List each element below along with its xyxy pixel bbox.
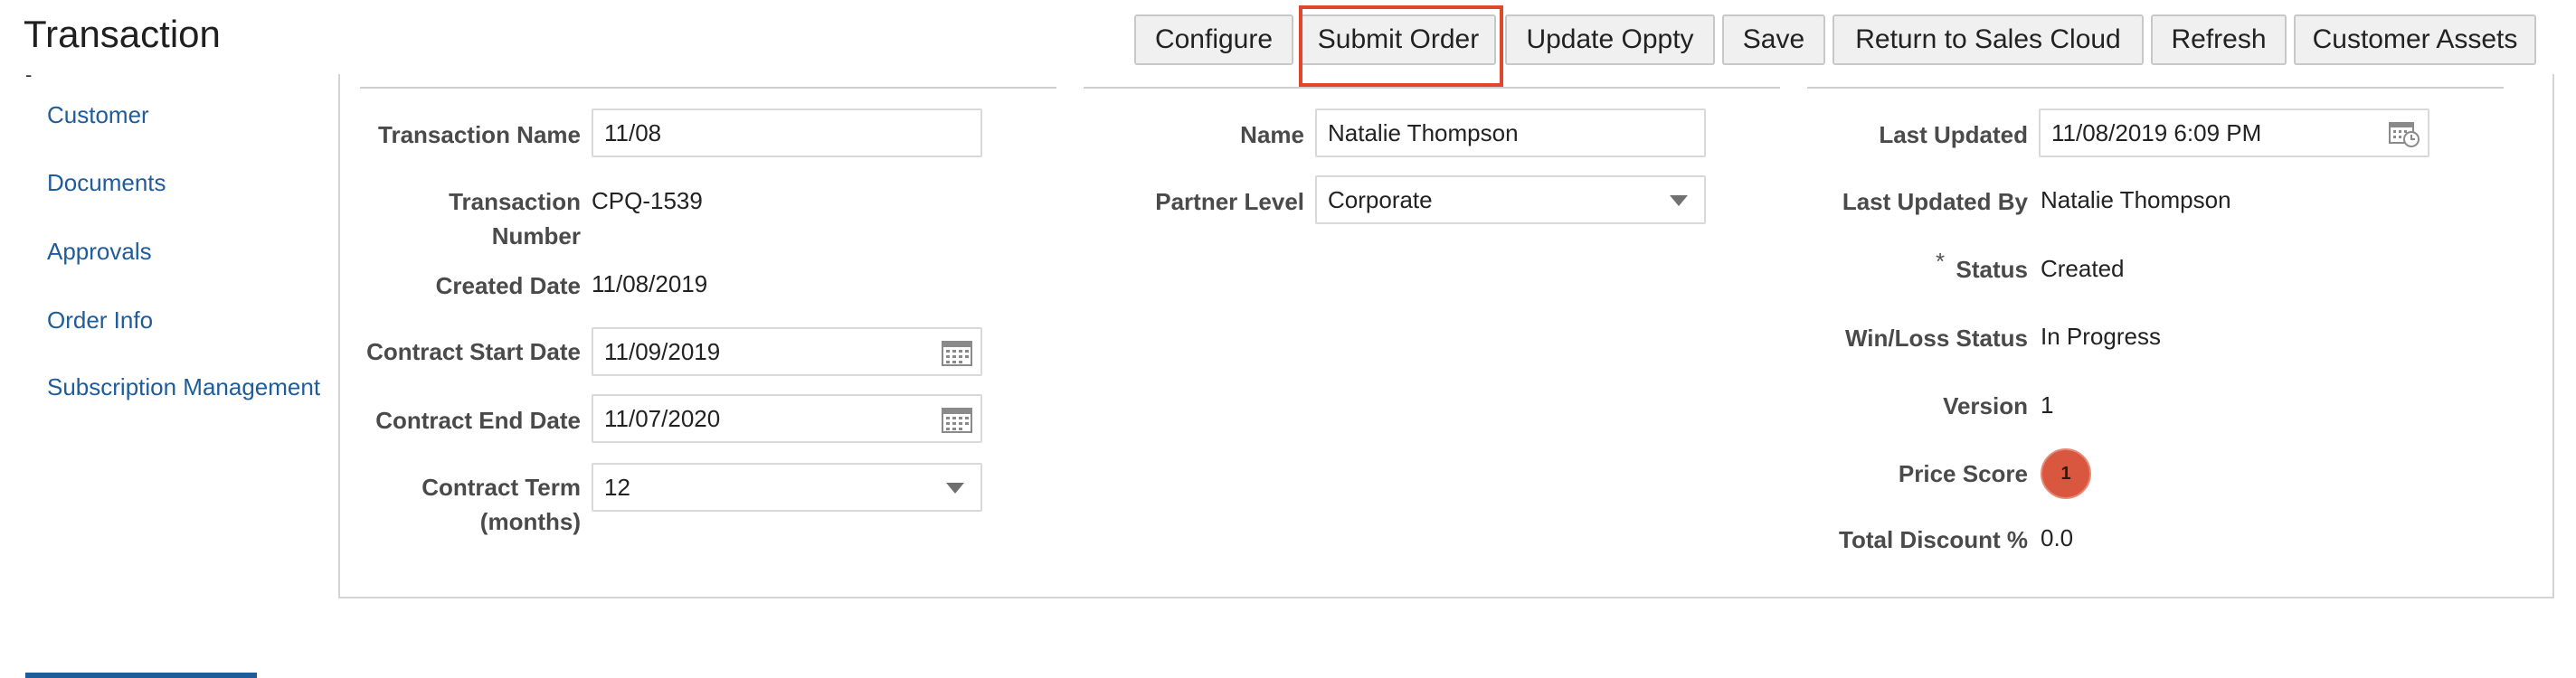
nav-item-customer[interactable]: Customer xyxy=(47,101,149,129)
contract-start-date-input[interactable]: 11/09/2019 xyxy=(592,327,982,376)
name-input[interactable]: Natalie Thompson xyxy=(1315,108,1706,157)
created-date-label: Created Date xyxy=(435,272,581,299)
contract-end-date-label: Contract End Date xyxy=(375,407,581,434)
win-loss-status-label: Win/Loss Status xyxy=(1844,325,2028,352)
tab-indicator xyxy=(25,673,257,678)
name-value: Natalie Thompson xyxy=(1328,119,1519,146)
partner-level-value: Corporate xyxy=(1328,186,1433,213)
transaction-name-input[interactable]: 11/08 xyxy=(592,108,982,157)
calendar-icon[interactable] xyxy=(941,405,973,434)
submit-order-button[interactable]: Submit Order xyxy=(1301,14,1496,65)
total-discount-value: 0.0 xyxy=(2041,524,2074,551)
chevron-down-icon xyxy=(1670,195,1688,206)
contract-term-label-line2: (months) xyxy=(479,508,581,535)
contract-start-date-label: Contract Start Date xyxy=(366,338,581,365)
last-updated-input[interactable]: 11/08/2019 6:09 PM xyxy=(2039,108,2429,157)
created-date-value: 11/08/2019 xyxy=(592,270,708,297)
calendar-icon[interactable] xyxy=(941,338,973,367)
contract-term-value: 12 xyxy=(604,474,630,501)
status-value: Created xyxy=(2041,255,2125,282)
page-title: Transaction xyxy=(24,13,221,55)
return-to-sales-cloud-button[interactable]: Return to Sales Cloud xyxy=(1833,14,2144,65)
customer-assets-button[interactable]: Customer Assets xyxy=(2294,14,2536,65)
contract-end-date-input[interactable]: 11/07/2020 xyxy=(592,394,982,443)
save-button[interactable]: Save xyxy=(1722,14,1825,65)
title-dash: - xyxy=(25,63,33,86)
last-updated-by-value: Natalie Thompson xyxy=(2041,186,2231,213)
transaction-name-value: 11/08 xyxy=(604,119,662,146)
section-divider xyxy=(1084,87,1780,89)
update-oppty-button[interactable]: Update Oppty xyxy=(1505,14,1715,65)
total-discount-label: Total Discount % xyxy=(1839,526,2028,553)
nav-item-subscription-management[interactable]: Subscription Management xyxy=(47,373,320,401)
name-label: Name xyxy=(1240,121,1304,148)
price-score-value: 1 xyxy=(2060,463,2071,484)
nav-item-documents[interactable]: Documents xyxy=(47,169,166,197)
last-updated-label: Last Updated xyxy=(1879,121,2028,148)
price-score-label: Price Score xyxy=(1898,460,2028,487)
win-loss-status-value: In Progress xyxy=(2041,323,2161,350)
price-score-badge: 1 xyxy=(2041,448,2091,499)
contract-end-date-value: 11/07/2020 xyxy=(604,405,721,432)
transaction-name-label: Transaction Name xyxy=(378,121,581,148)
configure-button[interactable]: Configure xyxy=(1134,14,1293,65)
nav-item-order-info[interactable]: Order Info xyxy=(47,306,153,334)
calendar-clock-icon[interactable] xyxy=(2388,119,2420,148)
last-updated-by-label: Last Updated By xyxy=(1842,188,2028,215)
status-label: Status xyxy=(1956,256,2028,283)
transaction-number-label: Transaction xyxy=(449,188,581,215)
contract-term-label: Contract Term xyxy=(421,474,581,501)
nav-item-approvals[interactable]: Approvals xyxy=(47,238,152,266)
refresh-button[interactable]: Refresh xyxy=(2151,14,2287,65)
last-updated-value: 11/08/2019 6:09 PM xyxy=(2051,119,2262,146)
partner-level-select[interactable]: Corporate xyxy=(1315,175,1706,224)
version-value: 1 xyxy=(2041,391,2054,419)
contract-term-select[interactable]: 12 xyxy=(592,463,982,512)
partner-level-label: Partner Level xyxy=(1155,188,1304,215)
chevron-down-icon xyxy=(946,483,964,494)
contract-start-date-value: 11/09/2019 xyxy=(604,338,721,365)
transaction-number-label-line2: Number xyxy=(491,222,581,250)
transaction-number-value: CPQ-1539 xyxy=(592,187,703,214)
section-divider xyxy=(1807,87,2504,89)
version-label: Version xyxy=(1943,392,2028,419)
section-divider xyxy=(360,87,1056,89)
